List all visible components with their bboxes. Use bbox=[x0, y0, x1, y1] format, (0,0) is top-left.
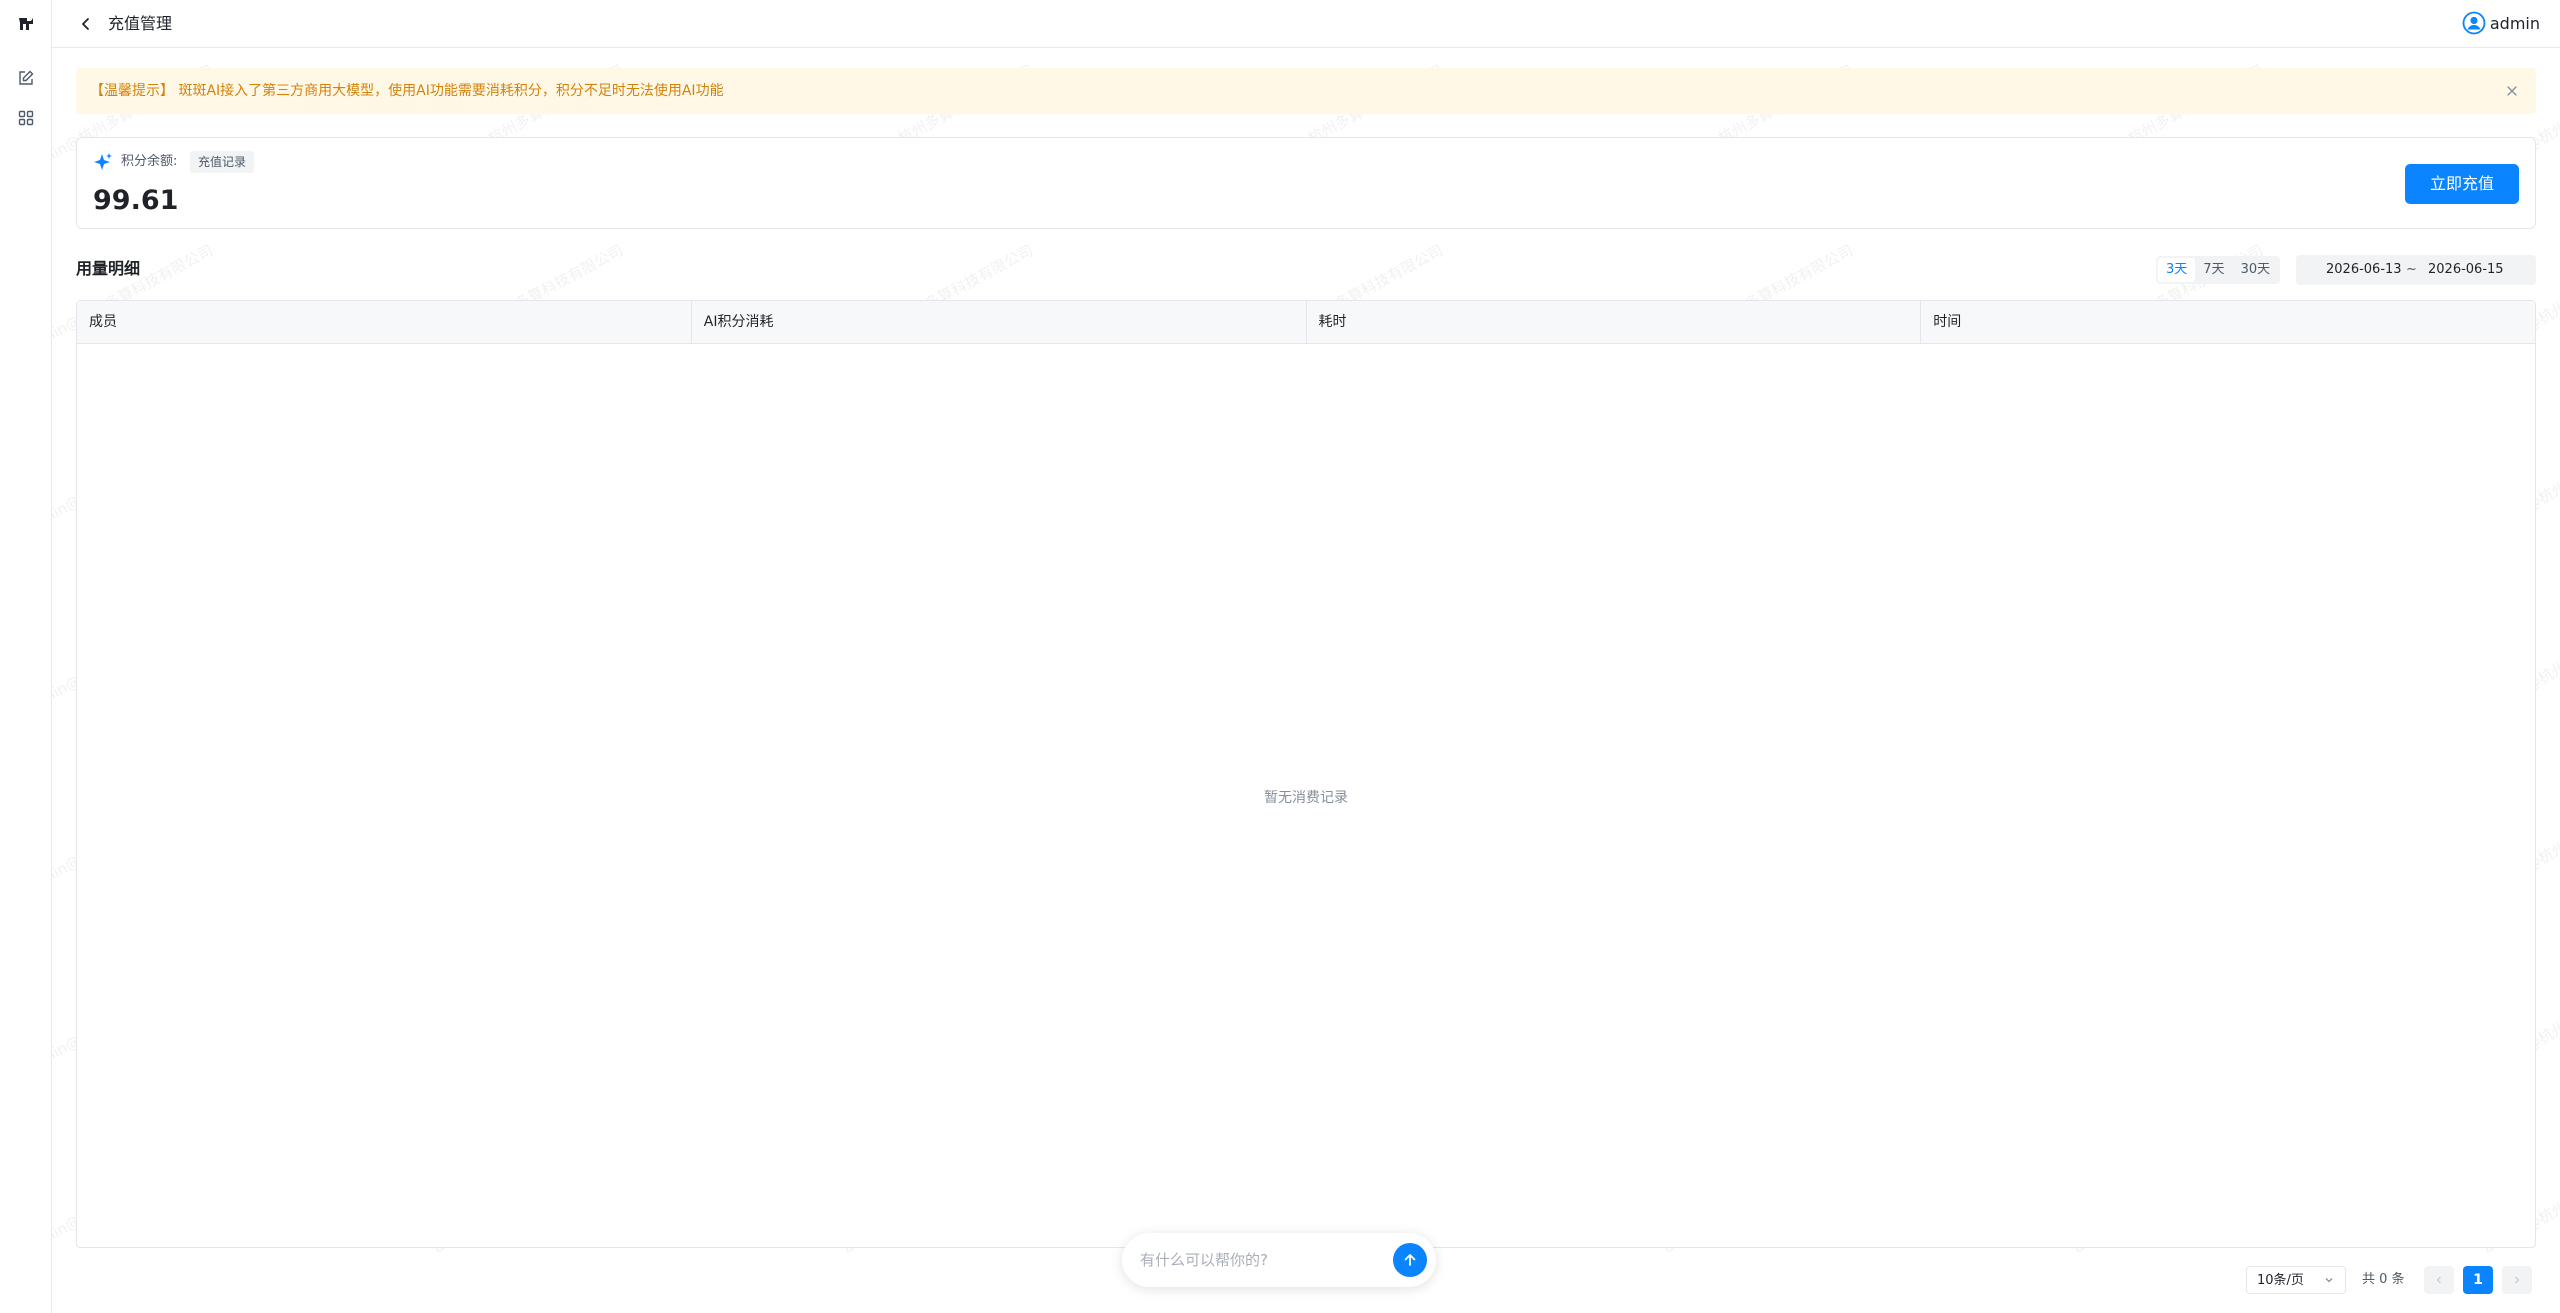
date-end[interactable]: 2026-06-15 bbox=[2428, 261, 2504, 279]
range-30-days[interactable]: 30天 bbox=[2233, 258, 2279, 282]
balance-label: 积分余额: bbox=[121, 154, 178, 169]
column-header-duration: 耗时 bbox=[1307, 301, 1922, 344]
sparkle-icon bbox=[93, 152, 113, 176]
column-header-member: 成员 bbox=[77, 301, 692, 344]
notice-close-button[interactable] bbox=[2502, 81, 2522, 101]
user-name: admin bbox=[2489, 13, 2540, 33]
page-size-select[interactable]: 10条/页 bbox=[2246, 1266, 2346, 1294]
notice-banner: 【温馨提示】 斑斑AI接入了第三方商用大模型，使用AI功能需要消耗积分，积分不足… bbox=[76, 68, 2536, 114]
left-rail bbox=[0, 0, 52, 1313]
chevron-right-icon bbox=[2515, 1276, 2520, 1284]
balance-value: 99.61 bbox=[93, 185, 179, 216]
notice-text: 【温馨提示】 斑斑AI接入了第三方商用大模型，使用AI功能需要消耗积分，积分不足… bbox=[90, 83, 724, 99]
usage-table: 成员 AI积分消耗 耗时 时间 暂无消费记录 bbox=[76, 300, 2536, 1248]
close-icon bbox=[2507, 86, 2517, 96]
total-count: 共 0 条 bbox=[2362, 1272, 2405, 1287]
prev-page-button[interactable] bbox=[2424, 1266, 2454, 1294]
chevron-down-icon bbox=[2325, 1278, 2333, 1283]
page-number-button[interactable]: 1 bbox=[2463, 1266, 2493, 1294]
date-range-picker[interactable]: 2026-06-13 ~ 2026-06-15 bbox=[2296, 255, 2536, 285]
column-header-time: 时间 bbox=[1933, 314, 1962, 330]
chat-input[interactable] bbox=[1140, 1248, 1370, 1272]
app-logo-icon[interactable] bbox=[14, 12, 38, 36]
range-selector: 3天 7天 30天 bbox=[2156, 256, 2281, 284]
arrow-up-icon bbox=[1404, 1254, 1416, 1266]
user-menu[interactable]: admin bbox=[2462, 11, 2540, 35]
top-header: 充值管理 admin bbox=[52, 0, 2560, 48]
balance-card: 积分余额: 充值记录 99.61 立即充值 bbox=[76, 137, 2536, 229]
range-3-days[interactable]: 3天 bbox=[2158, 258, 2196, 282]
next-page-button[interactable] bbox=[2502, 1266, 2532, 1294]
recharge-records-tag[interactable]: 充值记录 bbox=[190, 151, 255, 173]
usage-section-title: 用量明细 bbox=[76, 259, 141, 278]
send-button[interactable] bbox=[1393, 1243, 1427, 1277]
date-separator: ~ bbox=[2406, 262, 2417, 277]
date-start[interactable]: 2026-06-13 bbox=[2326, 261, 2402, 279]
edit-icon[interactable] bbox=[14, 66, 38, 90]
apps-grid-icon[interactable] bbox=[14, 106, 38, 130]
chevron-left-icon bbox=[82, 18, 89, 30]
range-7-days[interactable]: 7天 bbox=[2195, 258, 2232, 282]
chevron-left-icon bbox=[2436, 1276, 2441, 1284]
back-button[interactable] bbox=[74, 12, 98, 36]
chat-box bbox=[1122, 1233, 1436, 1287]
table-header: 成员 AI积分消耗 耗时 时间 bbox=[77, 301, 2535, 344]
recharge-now-button[interactable]: 立即充值 bbox=[2405, 164, 2519, 204]
empty-state-text: 暂无消费记录 bbox=[1264, 790, 1348, 806]
page-size-label: 10条/页 bbox=[2257, 1273, 2304, 1288]
user-avatar-icon bbox=[2462, 11, 2486, 35]
page-title: 充值管理 bbox=[108, 14, 173, 33]
column-header-ai-points: AI积分消耗 bbox=[692, 301, 1307, 344]
